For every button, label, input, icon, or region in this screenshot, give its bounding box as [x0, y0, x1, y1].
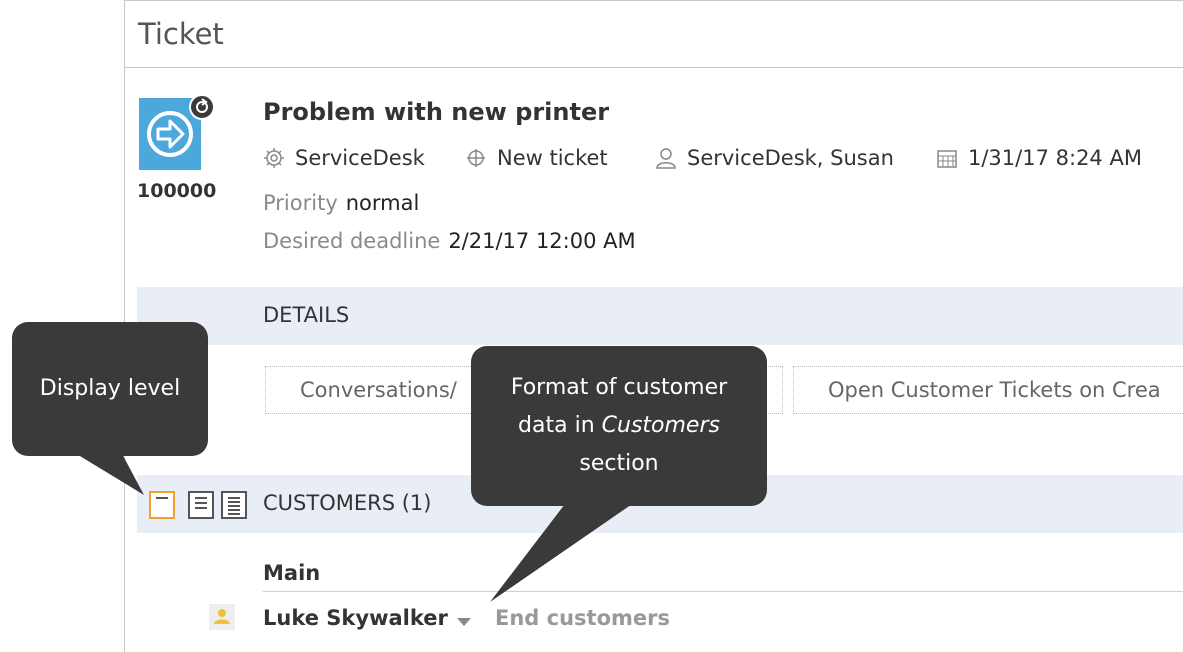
ticket-queue-label: ServiceDesk [295, 146, 425, 170]
ticket-state-label: New ticket [497, 146, 608, 170]
person-icon [655, 147, 679, 171]
ticket-state[interactable]: New ticket [465, 146, 608, 171]
crosshair-icon [465, 147, 489, 171]
ticket-title: Problem with new printer [263, 98, 610, 126]
priority-field: Priority normal [263, 191, 419, 215]
display-level-3-button[interactable] [221, 491, 247, 519]
gear-icon [263, 147, 287, 171]
ticket-created: 1/31/17 8:24 AM [936, 146, 1142, 171]
display-level-callout-text: Display level [39, 376, 181, 401]
status-indicator-icon [189, 94, 215, 120]
customer-avatar-icon [209, 604, 235, 630]
divider [263, 591, 1183, 592]
page-title: Ticket [138, 17, 224, 51]
deadline-value: 2/21/17 12:00 AM [448, 229, 636, 253]
deadline-field: Desired deadline 2/21/17 12:00 AM [263, 229, 636, 253]
ticket-queue[interactable]: ServiceDesk [263, 146, 425, 171]
deadline-label: Desired deadline [263, 229, 441, 253]
customers-section-label: CUSTOMERS (1) [263, 491, 432, 515]
customer-group-label: Main [263, 561, 321, 585]
details-section-header[interactable]: DETAILS [137, 287, 1183, 345]
ticket-created-label: 1/31/17 8:24 AM [968, 146, 1142, 170]
customer-type: End customers [495, 606, 670, 630]
details-section-label: DETAILS [263, 303, 350, 327]
customer-format-callout-line3: section [579, 451, 659, 476]
title-bar: Ticket [125, 1, 1183, 68]
customer-format-callout-line1: Format of customer [510, 375, 728, 400]
ticket-owner[interactable]: ServiceDesk, Susan [655, 146, 894, 171]
ticket-owner-label: ServiceDesk, Susan [687, 146, 894, 170]
priority-label: Priority [263, 191, 338, 215]
customer-format-callout-line2: data in Customers [518, 413, 720, 438]
ticket-number: 100000 [137, 180, 217, 202]
chevron-down-icon[interactable] [457, 618, 471, 626]
calendar-icon [936, 147, 960, 171]
display-level-callout-pointer [70, 450, 144, 495]
display-level-2-button[interactable] [188, 491, 214, 519]
customer-format-callout-pointer [490, 500, 638, 602]
customer-name[interactable]: Luke Skywalker [263, 606, 448, 630]
customers-emphasis: Customers [601, 413, 720, 438]
tab-open-customer-tickets[interactable]: Open Customer Tickets on Crea [793, 366, 1183, 414]
customer-format-callout: Format of customer data in Customers sec… [471, 346, 767, 506]
display-level-callout: Display level [12, 322, 208, 456]
priority-value: normal [345, 191, 420, 215]
